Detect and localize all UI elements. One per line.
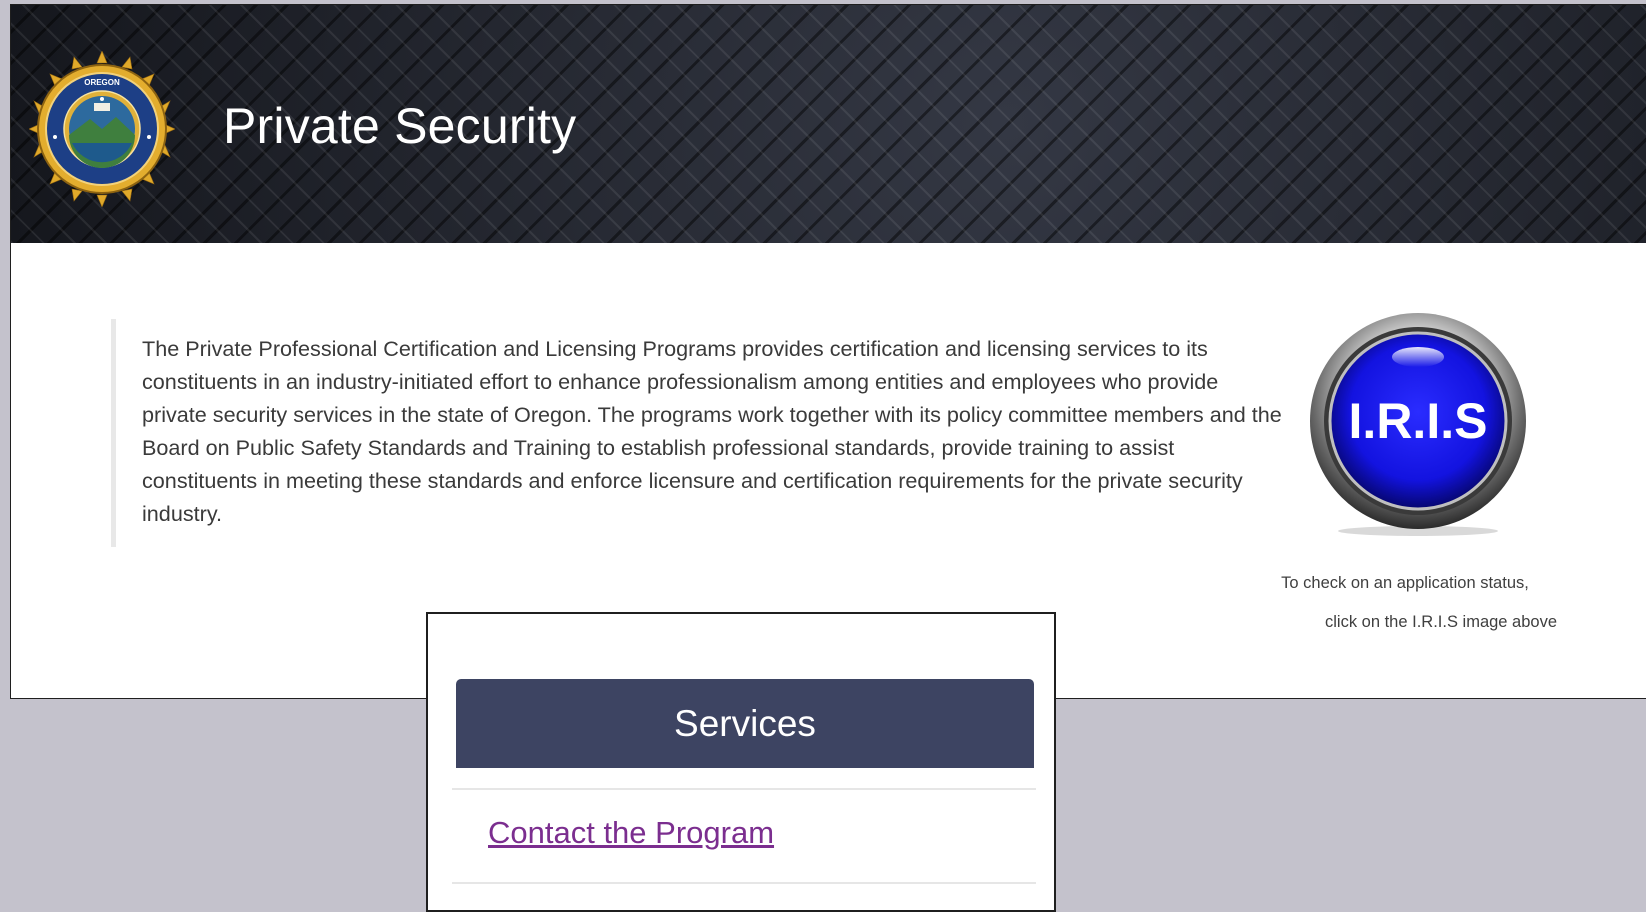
page-title: Private Security — [223, 98, 577, 154]
header-banner: OREGON Private Security — [11, 5, 1646, 243]
oregon-dpsst-seal-icon: OREGON — [29, 51, 175, 207]
iris-note-line1: To check on an application status, — [1281, 574, 1529, 592]
page-card: OREGON Private Security The Private Prof… — [10, 4, 1646, 699]
iris-badge-icon: I.R.I.S — [1310, 313, 1526, 536]
intro-blockquote: The Private Professional Certification a… — [111, 319, 1288, 547]
services-panel: Services Contact the Program — [426, 612, 1056, 912]
svg-text:OREGON: OREGON — [84, 78, 120, 87]
intro-paragraph: The Private Professional Certification a… — [142, 336, 1282, 526]
iris-button-label: I.R.I.S — [1349, 393, 1488, 449]
divider — [452, 788, 1036, 790]
contact-program-link[interactable]: Contact the Program — [488, 815, 774, 851]
services-heading: Services — [456, 679, 1034, 768]
iris-button[interactable]: I.R.I.S — [1303, 305, 1533, 537]
iris-note-line2: click on the I.R.I.S image above — [1324, 613, 1558, 631]
